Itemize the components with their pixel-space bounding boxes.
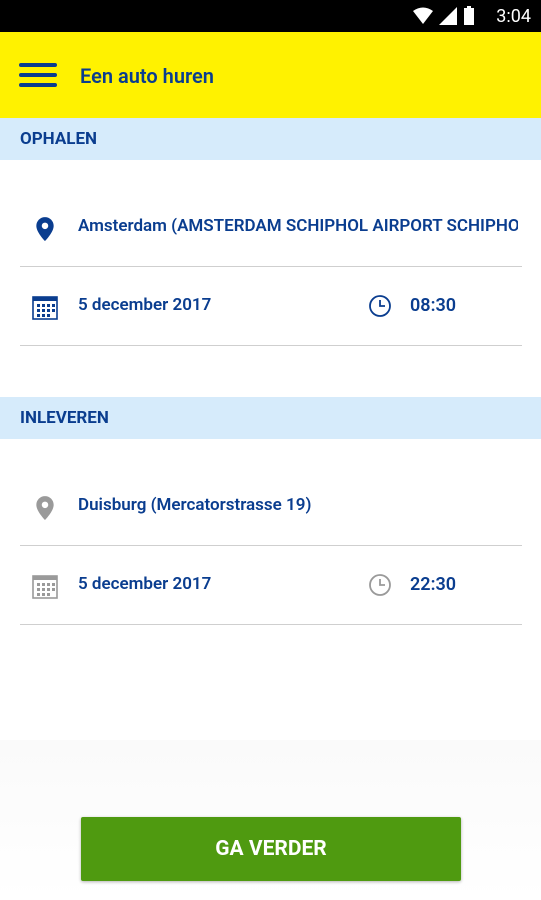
section-title: INLEVEREN: [20, 408, 109, 428]
clock-icon: [369, 574, 391, 596]
section-title: OPHALEN: [20, 129, 98, 149]
pickup-location: Amsterdam (AMSTERDAM SCHIPHOL AIRPORT SC…: [78, 216, 518, 236]
dropoff-location: Duisburg (Mercatorstrasse 19): [78, 495, 312, 515]
page-title: Een auto huren: [80, 64, 214, 88]
status-icons: [413, 6, 475, 26]
dropoff-time: 22:30: [410, 574, 457, 595]
battery-icon: [464, 6, 474, 25]
status-time: 3:04: [496, 6, 531, 27]
pickup-time: 08:30: [410, 295, 457, 316]
location-pin-icon: [36, 217, 54, 241]
dropoff-location-field[interactable]: Duisburg (Mercatorstrasse 19): [20, 466, 522, 546]
dropoff-date[interactable]: 5 december 2017: [78, 574, 338, 594]
calendar-icon: [32, 575, 58, 599]
continue-button[interactable]: GA VERDER: [81, 817, 461, 881]
wifi-icon: [413, 7, 433, 24]
signal-icon: [439, 7, 457, 25]
calendar-icon: [32, 296, 58, 320]
location-pin-icon: [36, 496, 54, 520]
status-bar: 3:04: [0, 0, 541, 32]
section-header-dropoff: INLEVEREN: [0, 397, 541, 439]
pickup-location-field[interactable]: Amsterdam (AMSTERDAM SCHIPHOL AIRPORT SC…: [20, 187, 522, 267]
section-header-pickup: OPHALEN: [0, 118, 541, 160]
menu-icon[interactable]: [19, 63, 57, 89]
clock-icon: [369, 295, 391, 317]
pickup-time-field[interactable]: 08:30: [368, 294, 528, 320]
app-bar: Een auto huren: [0, 32, 541, 118]
dropoff-datetime-row: 5 december 2017 22:30: [20, 545, 522, 625]
pickup-date[interactable]: 5 december 2017: [78, 295, 338, 315]
pickup-datetime-row: 5 december 2017 08:30: [20, 266, 522, 346]
dropoff-time-field[interactable]: 22:30: [368, 573, 528, 599]
